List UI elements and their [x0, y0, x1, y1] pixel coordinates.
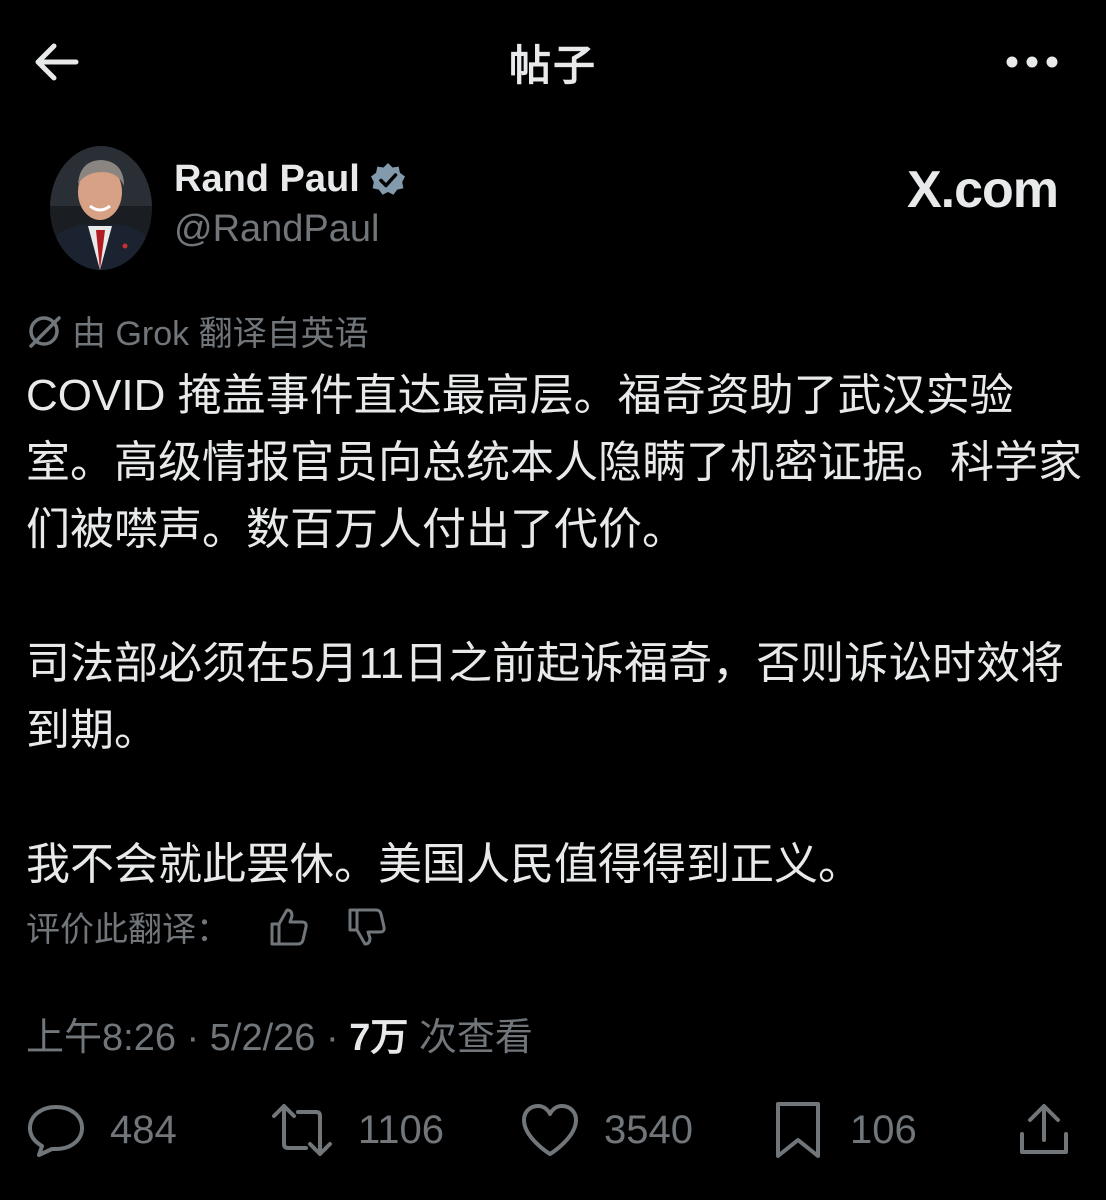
like-count: 3540 — [604, 1107, 693, 1152]
x-com-watermark: X.com — [906, 161, 1059, 219]
bookmark-count: 106 — [850, 1107, 917, 1152]
repost-button[interactable]: 1106 — [270, 1090, 444, 1170]
avatar[interactable] — [50, 146, 152, 270]
thumbs-down-icon — [348, 908, 386, 945]
repost-icon — [272, 1104, 332, 1156]
post-paragraph-3: 我不会就此罢休。美国人民值得得到正义。 — [26, 840, 862, 889]
post-time: 上午8:26 — [26, 1017, 176, 1059]
share-icon — [1020, 1104, 1068, 1154]
rate-translation-label: 评价此翻译： — [26, 911, 230, 949]
like-button[interactable]: 3540 — [520, 1090, 693, 1170]
thumbs-down-button[interactable] — [346, 907, 388, 947]
verified-badge-icon — [370, 162, 406, 198]
author-handle[interactable]: @RandPaul — [174, 208, 379, 251]
meta-separator: · — [175, 1017, 210, 1059]
page-title: 帖子 — [508, 42, 597, 89]
meta-separator: · — [315, 1017, 350, 1059]
share-button[interactable] — [1016, 1090, 1072, 1170]
heart-icon — [522, 1104, 578, 1156]
avatar-image — [50, 146, 152, 270]
top-bar: 帖子 — [0, 0, 1106, 124]
author-name[interactable]: Rand Paul — [174, 158, 406, 201]
bookmark-icon — [776, 1102, 820, 1158]
bookmark-button[interactable]: 106 — [770, 1090, 917, 1170]
action-bar: 484 1106 3540 106 — [0, 1090, 1106, 1170]
translation-note-text: 由 Grok 翻译自英语 — [72, 315, 369, 353]
translation-note: 由 Grok 翻译自英语 — [26, 306, 369, 355]
post-meta: 上午8:26 · 5/2/26 · 7万 次查看 — [26, 1006, 533, 1061]
thumbs-up-button[interactable] — [268, 907, 310, 947]
view-count-label: 次查看 — [408, 1017, 533, 1059]
post-date: 5/2/26 — [209, 1017, 316, 1059]
reply-count: 484 — [110, 1107, 177, 1152]
reply-icon — [28, 1105, 84, 1157]
thumbs-up-icon — [270, 908, 308, 945]
post-paragraph-1: COVID 掩盖事件直达最高层。福奇资助了武汉实验室。高级情报官员向总统本人隐瞒… — [26, 371, 1082, 554]
post-body: COVID 掩盖事件直达最高层。福奇资助了武汉实验室。高级情报官员向总统本人隐瞒… — [26, 362, 1086, 898]
post-paragraph-2: 司法部必须在5月11日之前起诉福奇，否则诉讼时效将到期。 — [26, 639, 1065, 755]
grok-icon — [29, 315, 61, 348]
repost-count: 1106 — [358, 1107, 445, 1152]
rate-translation: 评价此翻译： — [26, 902, 388, 951]
view-count[interactable]: 7万 — [349, 1006, 408, 1061]
reply-button[interactable]: 484 — [26, 1090, 177, 1170]
more-button[interactable] — [1002, 40, 1062, 84]
more-horizontal-icon — [1006, 56, 1058, 68]
author-name-text: Rand Paul — [174, 158, 360, 200]
